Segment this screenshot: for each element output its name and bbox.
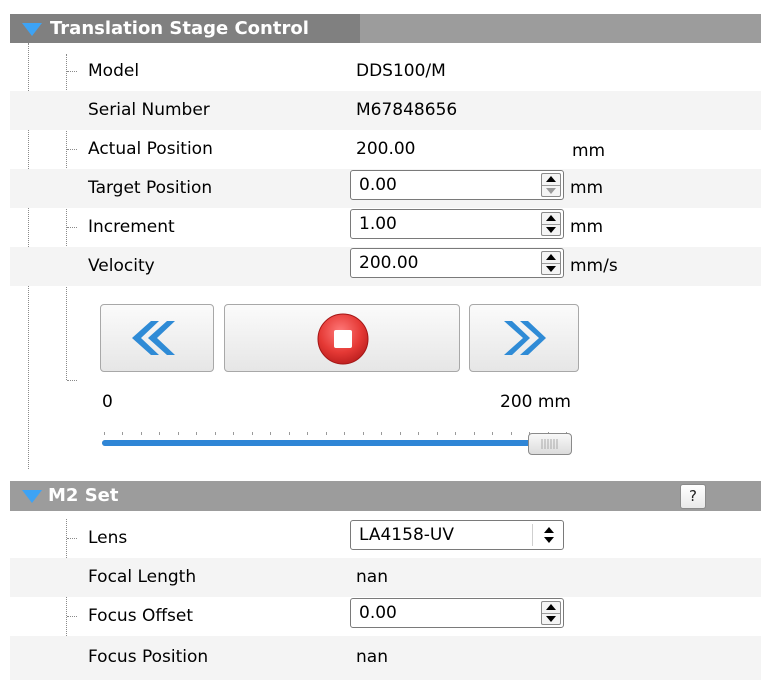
lens-label: Lens (88, 528, 128, 548)
velocity-spinbox[interactable]: 200.00 (350, 248, 564, 278)
spin-up-icon[interactable] (546, 254, 556, 260)
model-value: DDS100/M (356, 61, 446, 81)
lens-select[interactable]: LA4158-UV (350, 520, 564, 550)
focus-position-label: Focus Position (88, 647, 209, 667)
expand-triangle-icon[interactable] (22, 490, 42, 503)
slider-tick (233, 432, 235, 435)
stage-section-title: Translation Stage Control (50, 18, 309, 39)
focus-offset-spinbox[interactable]: 0.00 (350, 598, 564, 628)
grip-icon (541, 439, 558, 449)
slider-tick (510, 432, 512, 435)
velocity-input[interactable]: 200.00 (359, 253, 418, 273)
slider-tick (307, 432, 309, 435)
velocity-label: Velocity (88, 256, 155, 276)
slider-tick (122, 432, 124, 435)
m2-section-title: M2 Set (48, 485, 119, 506)
slider-tick (270, 432, 272, 435)
slider-tick (455, 432, 457, 435)
slider-handle[interactable] (528, 433, 572, 455)
move-forward-button[interactable] (469, 304, 579, 372)
help-button[interactable]: ? (680, 484, 706, 509)
target-position-stepper[interactable] (541, 173, 561, 197)
lens-selected-value: LA4158-UV (359, 525, 454, 545)
slider-fill (102, 440, 550, 446)
velocity-stepper[interactable] (541, 251, 561, 275)
serial-number-label: Serial Number (88, 100, 210, 120)
increment-stepper[interactable] (541, 212, 561, 236)
focus-offset-stepper[interactable] (541, 601, 561, 625)
spin-up-icon[interactable] (546, 176, 556, 182)
slider-tick (288, 432, 290, 435)
slider-tick (399, 432, 401, 435)
m2-section-header[interactable]: M2 Set (10, 481, 761, 511)
slider-tick (104, 432, 105, 435)
spin-up-icon[interactable] (546, 604, 556, 610)
expand-triangle-icon[interactable] (22, 23, 42, 36)
slider-tick (436, 432, 438, 435)
stage-section-header[interactable]: Translation Stage Control (10, 14, 761, 43)
left-margin (0, 0, 10, 680)
tree-branch (67, 380, 77, 381)
stop-button[interactable] (224, 304, 460, 372)
double-chevron-right-icon (504, 321, 546, 355)
spin-up-icon[interactable] (546, 215, 556, 221)
actual-position-value: 200.00 (356, 139, 416, 159)
stepper-divider (542, 185, 560, 186)
slider-max-label: 200 mm (500, 392, 571, 412)
focus-offset-label: Focus Offset (88, 606, 194, 626)
slider-tick (344, 432, 346, 435)
slider-tick (196, 432, 198, 435)
focal-length-label: Focal Length (88, 567, 197, 587)
slider-tick (159, 432, 161, 435)
increment-input[interactable]: 1.00 (359, 214, 397, 234)
move-backward-button[interactable] (100, 304, 214, 372)
spin-down-icon[interactable] (546, 227, 556, 233)
slider-min-label: 0 (102, 392, 113, 412)
chevron-down-icon (544, 537, 554, 543)
spin-down-icon[interactable] (546, 266, 556, 272)
target-position-spinbox[interactable]: 0.00 (350, 170, 564, 200)
focus-offset-input[interactable]: 0.00 (359, 603, 397, 623)
slider-tick (177, 432, 179, 435)
slider-tick (325, 432, 327, 435)
stepper-divider (542, 224, 560, 225)
increment-spinbox[interactable]: 1.00 (350, 209, 564, 239)
serial-number-value: M67848656 (356, 100, 458, 120)
double-chevron-left-icon (132, 321, 175, 355)
stop-icon (317, 313, 369, 365)
slider-tick (473, 432, 475, 435)
focus-position-value: nan (356, 647, 388, 667)
target-position-unit: mm (570, 178, 604, 198)
chevron-up-icon (544, 527, 554, 533)
slider-tick (251, 432, 253, 435)
slider-tick (418, 432, 420, 435)
combo-separator (532, 524, 533, 546)
actual-position-label: Actual Position (88, 139, 213, 159)
spin-down-icon[interactable] (546, 616, 556, 622)
target-position-input[interactable]: 0.00 (359, 175, 397, 195)
slider-tick (362, 432, 364, 435)
slider-tick (381, 432, 383, 435)
velocity-unit: mm/s (570, 256, 618, 276)
stepper-divider (542, 263, 560, 264)
focal-length-value: nan (356, 567, 388, 587)
model-label: Model (88, 61, 140, 81)
actual-position-unit: mm (572, 141, 606, 161)
slider-tick (140, 432, 142, 435)
stepper-divider (542, 613, 560, 614)
target-position-label: Target Position (88, 178, 213, 198)
slider-tick (214, 432, 216, 435)
slider-tick (492, 432, 494, 435)
increment-unit: mm (570, 217, 604, 237)
spin-down-icon[interactable] (546, 188, 556, 194)
increment-label: Increment (88, 217, 175, 237)
